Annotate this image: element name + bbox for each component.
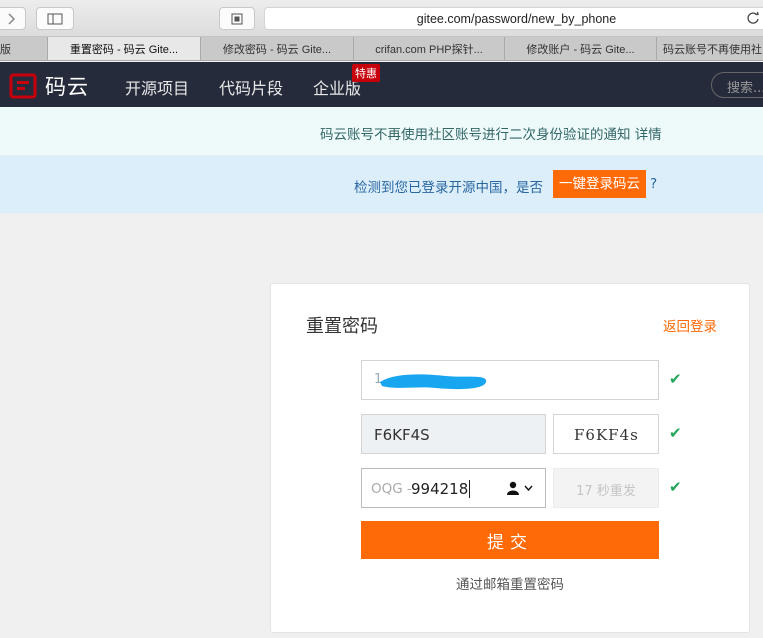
page-title: 重置密码 — [306, 316, 378, 337]
phone-field[interactable]: 1 — [361, 360, 659, 400]
captcha-value: F6KF4S — [374, 426, 430, 444]
reset-by-email-link[interactable]: 通过邮箱重置密码 — [271, 573, 749, 593]
notice-text[interactable]: 码云账号不再使用社区账号进行二次身份验证的通知 详情 — [320, 123, 662, 143]
login-suggestion-text: 检测到您已登录开源中国，是否 — [354, 180, 543, 196]
sidebar-toggle-button[interactable] — [36, 7, 74, 30]
promo-badge: 特惠 — [352, 64, 380, 82]
reader-button[interactable] — [219, 7, 255, 30]
search-placeholder: 搜索... — [727, 81, 763, 96]
sms-code-prefix: OQG - — [371, 481, 412, 497]
back-to-login-link[interactable]: 返回登录 — [663, 315, 717, 335]
tab-label: 修改密码 - 码云 Gite... — [222, 44, 332, 56]
tab-label: 修改账户 - 码云 Gite... — [526, 44, 635, 56]
site-header: 码云 开源项目 代码片段 企业版 特惠 搜索... — [0, 62, 763, 107]
user-icon — [507, 481, 519, 495]
tab[interactable]: 版 — [0, 37, 48, 60]
reader-icon — [231, 13, 243, 24]
tab[interactable]: 重置密码 - 码云 Gite... — [48, 37, 201, 60]
logo[interactable]: 码云 — [9, 71, 89, 101]
submit-button[interactable]: 提交 — [361, 521, 659, 559]
tab-label: 码云账号不再使用社区 — [663, 44, 763, 56]
notice-banner: 码云账号不再使用社区账号进行二次身份验证的通知 详情 — [0, 107, 763, 156]
sidebar-icon — [47, 13, 63, 24]
nav-snippets[interactable]: 代码片段 — [219, 75, 283, 99]
login-suggestion-banner: 检测到您已登录开源中国，是否 一键登录码云 ? — [0, 156, 763, 213]
captcha-field[interactable]: F6KF4S — [361, 414, 546, 454]
redaction-scribble — [380, 374, 487, 390]
check-icon: ✔ — [669, 424, 682, 442]
question-mark: ? — [650, 176, 658, 192]
tab-label: crifan.com PHP探针... — [375, 44, 483, 56]
tab-label: 版 — [0, 44, 11, 56]
nav-projects[interactable]: 开源项目 — [125, 75, 189, 99]
check-icon: ✔ — [669, 478, 682, 496]
chevron-right-icon — [8, 12, 16, 25]
captcha-image[interactable]: F6KF4s — [553, 414, 659, 454]
sms-code-value: 994218 — [411, 480, 469, 498]
tab[interactable]: 修改账户 - 码云 Gite... — [505, 37, 657, 60]
contact-dropdown[interactable] — [507, 481, 533, 495]
captcha-image-text: F6KF4s — [574, 426, 639, 444]
tab[interactable]: 修改密码 - 码云 Gite... — [201, 37, 354, 60]
tab-bar: 版 重置密码 - 码云 Gite... 修改密码 - 码云 Gite... cr… — [0, 37, 763, 61]
chevron-down-icon — [524, 485, 533, 491]
tab[interactable]: crifan.com PHP探针... — [354, 37, 505, 60]
address-bar[interactable]: gitee.com/password/new_by_phone — [264, 7, 763, 30]
tab-label: 重置密码 - 码云 Gite... — [69, 44, 179, 56]
browser-toolbar: gitee.com/password/new_by_phone — [0, 0, 763, 37]
tab[interactable]: 码云账号不再使用社区 — [657, 37, 763, 60]
sms-code-field[interactable]: OQG - 994218 — [361, 468, 546, 508]
resend-sms-button[interactable]: 17 秒重发 — [553, 468, 659, 508]
reset-password-card: 重置密码 返回登录 1 ✔ F6KF4S F6KF4s ✔ OQG - 9942… — [270, 283, 750, 633]
one-click-login-button[interactable]: 一键登录码云 — [553, 170, 646, 198]
check-icon: ✔ — [669, 370, 682, 388]
forward-button[interactable] — [0, 7, 26, 30]
resend-countdown: 17 秒重发 — [576, 484, 636, 499]
text-caret — [469, 480, 470, 498]
reload-icon[interactable] — [746, 11, 760, 25]
url-text: gitee.com/password/new_by_phone — [416, 12, 617, 26]
gitee-logo-icon — [9, 73, 37, 99]
search-input[interactable]: 搜索... — [711, 72, 763, 98]
logo-text: 码云 — [45, 75, 89, 99]
